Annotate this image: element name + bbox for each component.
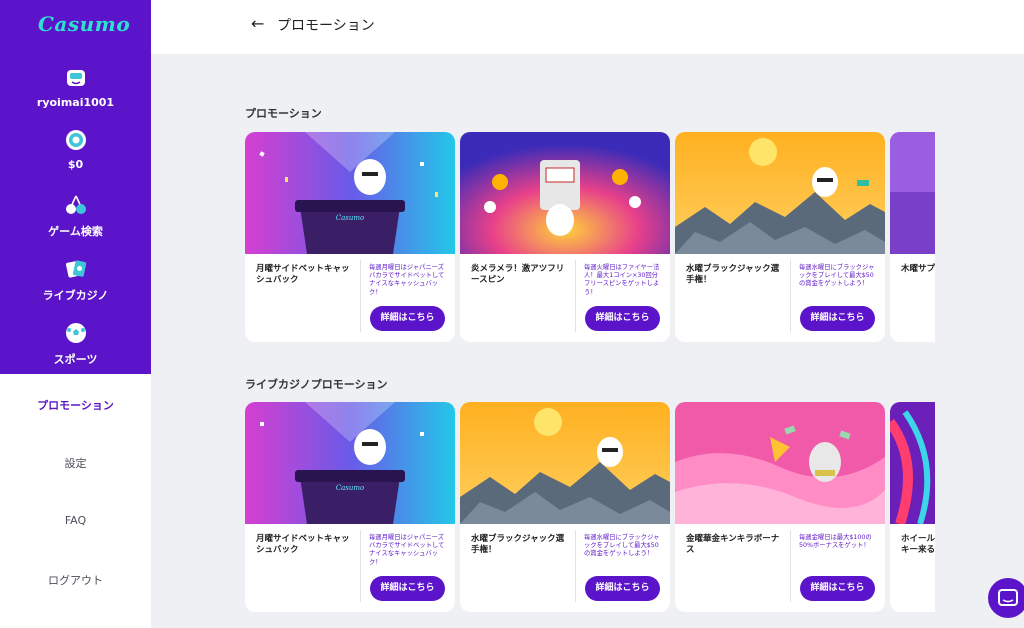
- promotion-row[interactable]: Casumo 月曜サイドベットキャッシュバック 毎週月曜日はジャパニーズバカラで…: [245, 132, 935, 344]
- promo-description: 毎週金曜日は最大$100の50%ボーナスをゲット！: [799, 534, 872, 550]
- promo-image-stage: Casumo: [245, 132, 455, 254]
- cards-icon: [65, 260, 86, 278]
- promo-card[interactable]: 水曜ブラックジャック選手権！ 毎週水曜日にブラックジャックをプレイして最大$50…: [675, 132, 885, 342]
- details-button[interactable]: 詳細はこちら: [800, 306, 875, 331]
- card-divider: [575, 260, 576, 332]
- details-button[interactable]: 詳細はこちら: [585, 576, 660, 601]
- casumo-avatar-icon: [66, 70, 85, 86]
- sidebar-link-logout[interactable]: ログアウト: [0, 572, 151, 588]
- promo-title: 月曜サイドベットキャッシュバック: [256, 534, 350, 556]
- promo-card[interactable]: Casumo 月曜サイドベットキャッシュバック 毎週月曜日はジャパニーズバカラで…: [245, 402, 455, 612]
- details-button[interactable]: 詳細はこちら: [370, 576, 445, 601]
- card-divider: [575, 530, 576, 602]
- promo-card[interactable]: 金曜華金キンキラボーナス 毎週金曜日は最大$100の50%ボーナスをゲット！ 詳…: [675, 402, 885, 612]
- live-casino-row[interactable]: Casumo 月曜サイドベットキャッシュバック 毎週月曜日はジャパニーズバカラで…: [245, 402, 935, 614]
- svg-text:Casumo: Casumo: [336, 484, 364, 492]
- sidebar-item-live-casino[interactable]: ライブカジノ: [0, 257, 151, 303]
- promo-title: 木曜サプ: [901, 264, 935, 274]
- casumo-logo[interactable]: Casumo: [38, 12, 130, 36]
- details-button[interactable]: 詳細はこちら: [585, 306, 660, 331]
- chat-bubble-icon[interactable]: [988, 578, 1024, 618]
- promo-title: 月曜サイドベットキャッシュバック: [256, 264, 350, 286]
- promo-image-pink-waves: [675, 402, 885, 524]
- sidebar-item-label: ライブカジノ: [42, 289, 109, 302]
- section-title-live-casino: ライブカジノプロモーション: [245, 378, 388, 391]
- promo-description: 毎週水曜日にブラックジャックをプレイして最大$50の賞金をゲットしよう！: [584, 534, 660, 558]
- page-header: ← プロモーション: [151, 0, 1024, 54]
- promo-card[interactable]: Casumo 月曜サイドベットキャッシュバック 毎週月曜日はジャパニーズバカラで…: [245, 132, 455, 342]
- sidebar-link-faq[interactable]: FAQ: [0, 514, 151, 527]
- sidebar-item-sports[interactable]: スポーツ: [0, 321, 151, 367]
- card-divider: [790, 530, 791, 602]
- promo-description: 毎週火曜日はファイヤー法人！最大1コイン×30回分フリースピンをゲットしよう！: [584, 264, 660, 296]
- section-title-promotions: プロモーション: [245, 107, 322, 120]
- promo-image-wheel: [890, 402, 935, 524]
- svg-text:Casumo: Casumo: [336, 214, 364, 222]
- sidebar-item-label: ゲーム検索: [48, 225, 103, 238]
- promo-image-purple: [890, 132, 935, 254]
- promo-image-mountains: [675, 132, 885, 254]
- promo-card[interactable]: 炎メラメラ！激アツフリースピン 毎週火曜日はファイヤー法人！最大1コイン×30回…: [460, 132, 670, 342]
- arrow-left-icon[interactable]: ←: [251, 14, 264, 33]
- details-button[interactable]: 詳細はこちら: [800, 576, 875, 601]
- promo-description: 毎週月曜日はジャパニーズバカラでサイドベットしてナイスなキャッシュバック！: [369, 264, 445, 296]
- sidebar-item-game-search[interactable]: ゲーム検索: [0, 193, 151, 239]
- promo-image-stage: Casumo: [245, 402, 455, 524]
- sidebar-item-account[interactable]: ryoimai1001: [0, 66, 151, 109]
- username-label: ryoimai1001: [36, 96, 115, 109]
- promo-title: 水曜ブラックジャック選手権！: [686, 264, 780, 286]
- promo-image-mountains: [460, 402, 670, 524]
- promo-card[interactable]: ホイール キー来る: [890, 402, 935, 612]
- details-button[interactable]: 詳細はこちら: [370, 306, 445, 331]
- promo-card[interactable]: 水曜ブラックジャック選手権！ 毎週水曜日にブラックジャックをプレイして最大$50…: [460, 402, 670, 612]
- promo-card[interactable]: 木曜サプ: [890, 132, 935, 342]
- card-divider: [360, 530, 361, 602]
- sidebar-link-promotions[interactable]: プロモーション: [0, 397, 151, 413]
- sidebar-top-panel: Casumo ryoimai1001 $0 ゲーム検索 ライブカジノ スポーツ: [0, 0, 151, 374]
- card-divider: [360, 260, 361, 332]
- sidebar-item-label: スポーツ: [53, 353, 98, 366]
- card-divider: [790, 260, 791, 332]
- promo-title: 炎メラメラ！激アツフリースピン: [471, 264, 565, 286]
- page-title: プロモーション: [277, 18, 375, 34]
- promo-image-slot-machine: [460, 132, 670, 254]
- coin-icon: [65, 130, 86, 150]
- promo-description: 毎週水曜日にブラックジャックをプレイして最大$50の賞金をゲットしよう！: [799, 264, 875, 288]
- sidebar-link-settings[interactable]: 設定: [0, 455, 151, 471]
- cherries-icon: [65, 195, 86, 214]
- soccer-ball-icon: [65, 323, 86, 343]
- promo-title: ホイール キー来る: [901, 534, 935, 556]
- sidebar-item-balance[interactable]: $0: [0, 128, 151, 171]
- sidebar: Casumo ryoimai1001 $0 ゲーム検索 ライブカジノ スポーツ …: [0, 0, 151, 628]
- promo-description: 毎週月曜日はジャパニーズバカラでサイドベットしてナイスなキャッシュバック！: [369, 534, 445, 566]
- balance-label: $0: [67, 158, 84, 171]
- chat-icon-graphic: [998, 589, 1018, 606]
- promo-title: 金曜華金キンキラボーナス: [686, 534, 780, 556]
- promo-title: 水曜ブラックジャック選手権！: [471, 534, 565, 556]
